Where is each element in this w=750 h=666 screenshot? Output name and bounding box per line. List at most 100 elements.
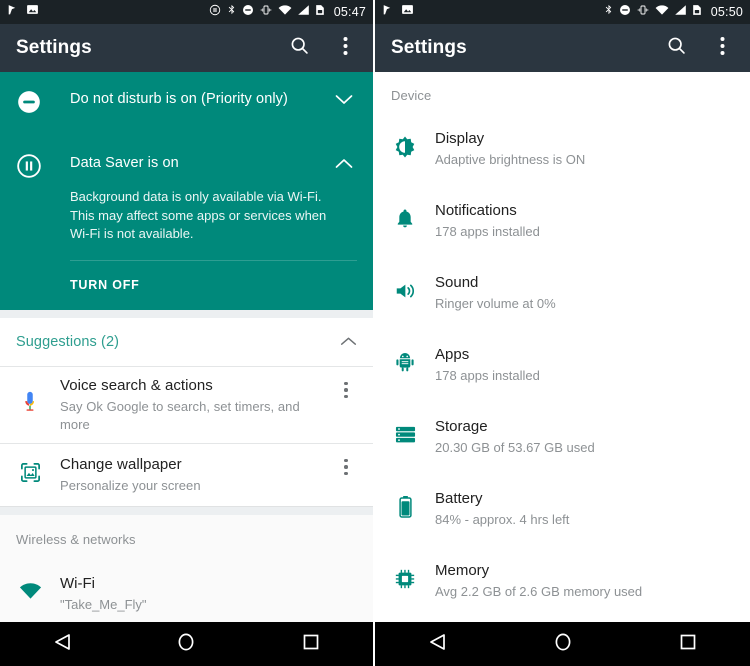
volume-icon	[393, 280, 417, 307]
chevron-down-icon[interactable]	[335, 92, 357, 110]
list-item-subtitle: Adaptive brightness is ON	[435, 152, 586, 167]
suggestion-text-cell: Voice search & actions Say Ok Google to …	[60, 376, 327, 434]
battery-text-cell: Battery 84% - approx. 4 hrs left	[435, 489, 750, 529]
apps-text-cell: Apps 178 apps installed	[435, 345, 750, 385]
section-header-wireless: Wireless & networks	[0, 514, 373, 557]
app-bar-actions	[656, 28, 742, 68]
sidebar-item-apps[interactable]: Apps 178 apps installed	[375, 329, 750, 401]
search-button[interactable]	[656, 28, 696, 68]
settings-scroll-area[interactable]: Device Display Adaptive brightness is ON…	[375, 72, 750, 622]
bluetooth-icon	[226, 3, 237, 21]
sidebar-item-battery[interactable]: Battery 84% - approx. 4 hrs left	[375, 473, 750, 545]
sound-icon-cell	[375, 280, 435, 307]
list-item-title: Storage	[435, 418, 488, 435]
list-item-subtitle: 20.30 GB of 53.67 GB used	[435, 440, 595, 455]
android-robot-icon	[394, 351, 416, 379]
list-item-title: Change wallpaper	[60, 455, 182, 473]
suggestion-overflow-button[interactable]	[327, 376, 365, 434]
search-icon	[289, 35, 310, 61]
location-flag-icon	[381, 3, 394, 21]
app-bar: Settings	[375, 24, 750, 72]
apps-icon-cell	[375, 351, 435, 379]
settings-scroll-area[interactable]: Do not disturb is on (Priority only) Dat…	[0, 72, 373, 622]
suggestions-header[interactable]: Suggestions (2)	[0, 317, 373, 366]
screenshot-image-icon	[401, 3, 414, 21]
sidebar-item-display[interactable]: Display Adaptive brightness is ON	[375, 113, 750, 185]
right-phone-screen: 05:50 Settings Device Display Adaptive b…	[375, 0, 750, 666]
display-icon-cell	[375, 135, 435, 164]
wifi-icon	[655, 3, 669, 21]
navigation-bar	[0, 622, 373, 666]
banner-do-not-disturb[interactable]: Do not disturb is on (Priority only)	[0, 72, 373, 136]
overflow-menu-button[interactable]	[702, 28, 742, 68]
sidebar-item-notifications[interactable]: Notifications 178 apps installed	[375, 185, 750, 257]
list-item-title: Wi-Fi	[60, 574, 95, 592]
search-icon	[666, 35, 687, 61]
home-circle-icon	[177, 632, 195, 657]
sidebar-item-sound[interactable]: Sound Ringer volume at 0%	[375, 257, 750, 329]
overflow-menu-button[interactable]	[325, 28, 365, 68]
notifications-icon-cell	[375, 207, 435, 235]
chevron-up-icon[interactable]	[340, 333, 357, 351]
section-header-device: Device	[375, 72, 750, 113]
section-separator	[0, 505, 373, 515]
list-item-title: Apps	[435, 346, 470, 363]
status-bar: 05:47	[0, 0, 373, 24]
list-item-subtitle: Say Ok Google to search, set timers, and…	[60, 398, 300, 432]
wallpaper-icon	[19, 461, 42, 489]
status-bar-left-icons	[381, 3, 414, 21]
back-button[interactable]	[32, 622, 92, 666]
search-button[interactable]	[279, 28, 319, 68]
microphone-icon	[19, 390, 41, 419]
left-phone-screen: 05:47 Settings Do not disturb is on (Pri…	[0, 0, 375, 666]
storage-icon	[394, 424, 417, 450]
recents-button[interactable]	[281, 622, 341, 666]
list-item-subtitle: Personalize your screen	[60, 477, 201, 493]
list-item-title: Display	[435, 130, 485, 147]
suggestion-icon-cell	[0, 390, 60, 419]
memory-chip-icon	[394, 568, 416, 595]
list-item-title: Memory	[435, 562, 490, 579]
back-button[interactable]	[408, 622, 468, 666]
display-text-cell: Display Adaptive brightness is ON	[435, 129, 750, 169]
do-not-disturb-icon	[242, 3, 254, 21]
sound-text-cell: Sound Ringer volume at 0%	[435, 273, 750, 313]
suggestion-overflow-button[interactable]	[327, 453, 365, 497]
banner-title: Data Saver is on	[70, 155, 179, 171]
sim-card-icon	[315, 3, 325, 21]
turn-off-button[interactable]: TURN OFF	[0, 261, 373, 310]
list-item-subtitle: 84% - approx. 4 hrs left	[435, 512, 570, 527]
back-triangle-icon	[429, 633, 446, 656]
bluetooth-icon	[603, 3, 614, 21]
list-item-title: Battery	[435, 490, 483, 507]
suggestions-header-label: Suggestions (2)	[16, 333, 120, 350]
list-item-subtitle: "Take_Me_Fly"	[60, 596, 147, 612]
signal-icon	[674, 3, 687, 21]
data-saver-pause-icon	[16, 153, 44, 184]
page-title: Settings	[391, 37, 467, 58]
sidebar-item-storage[interactable]: Storage 20.30 GB of 53.67 GB used	[375, 401, 750, 473]
wireless-networks-list: Wi-Fi "Take_Me_Fly" Bluetooth	[0, 556, 373, 623]
app-bar: Settings	[0, 24, 373, 72]
list-item[interactable]: Voice search & actions Say Ok Google to …	[0, 366, 373, 443]
page-title: Settings	[16, 37, 92, 58]
sidebar-item-wifi[interactable]: Wi-Fi "Take_Me_Fly"	[0, 557, 373, 623]
banner-data-saver[interactable]: Data Saver is on	[0, 136, 373, 194]
list-item[interactable]: Change wallpaper Personalize your screen	[0, 443, 373, 506]
recents-button[interactable]	[658, 622, 718, 666]
home-button[interactable]	[533, 622, 593, 666]
home-button[interactable]	[156, 622, 216, 666]
memory-text-cell: Memory Avg 2.2 GB of 2.6 GB memory used	[435, 561, 750, 601]
list-item-subtitle: 178 apps installed	[435, 224, 540, 239]
dual-screenshot-container: 05:47 Settings Do not disturb is on (Pri…	[0, 0, 750, 666]
sidebar-item-memory[interactable]: Memory Avg 2.2 GB of 2.6 GB memory used	[375, 545, 750, 617]
more-vert-icon	[344, 458, 348, 475]
notifications-text-cell: Notifications 178 apps installed	[435, 201, 750, 241]
chevron-up-icon[interactable]	[335, 156, 357, 174]
more-vert-icon	[343, 36, 348, 61]
brightness-icon	[393, 135, 417, 164]
list-item-title: Notifications	[435, 202, 517, 219]
storage-icon-cell	[375, 424, 435, 450]
do-not-disturb-icon	[619, 3, 631, 21]
memory-icon-cell	[375, 568, 435, 595]
